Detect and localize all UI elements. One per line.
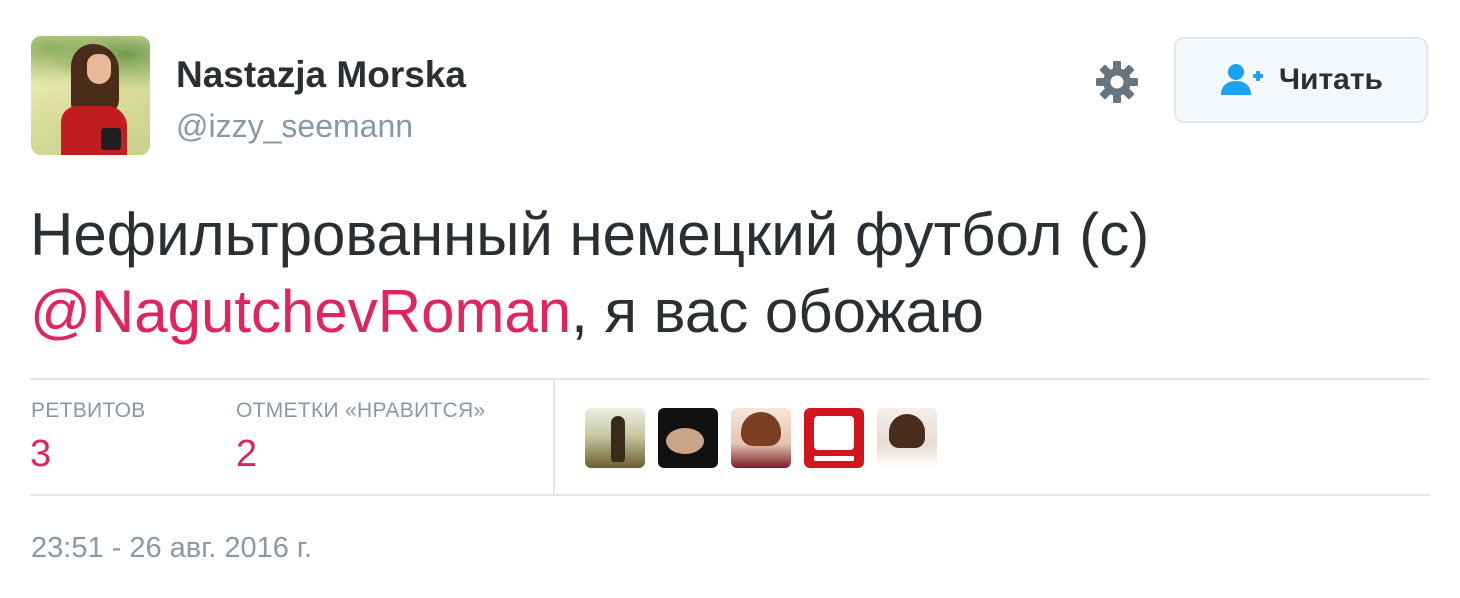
avatar-face: [87, 54, 111, 84]
mention-link[interactable]: @NagutchevRoman: [30, 278, 571, 345]
user-display-name[interactable]: Nastazja Morska: [176, 54, 466, 96]
likers-avatars: [585, 408, 937, 468]
gear-icon[interactable]: [1093, 58, 1141, 106]
tweet-card: Nastazja Morska @izzy_seemann Читать Неф…: [0, 0, 1460, 598]
add-person-icon: [1220, 64, 1263, 95]
liker-avatar[interactable]: [585, 408, 645, 468]
avatar-shirt-stripe: [101, 128, 121, 150]
tweet-text-rest: , я вас обожаю: [571, 278, 984, 345]
tweet-text-line1: Нефильтрованный немецкий футбол (с): [30, 201, 1150, 268]
user-handle[interactable]: @izzy_seemann: [176, 108, 413, 145]
retweets-count[interactable]: 3: [30, 433, 51, 476]
follow-button-label: Читать: [1278, 63, 1384, 96]
retweets-label[interactable]: РЕТВИТОВ: [31, 399, 146, 423]
liker-avatar[interactable]: [658, 408, 718, 468]
tweet-timestamp[interactable]: 23:51 - 26 авг. 2016 г.: [31, 532, 312, 565]
liker-avatar[interactable]: [877, 408, 937, 468]
likes-label[interactable]: ОТМЕТКИ «НРАВИТСЯ»: [236, 399, 485, 423]
stats-divider-top: [30, 378, 1430, 380]
stats-separator: [553, 380, 555, 494]
tweet-text: Нефильтрованный немецкий футбол (с) @Nag…: [30, 196, 1430, 350]
liker-avatar[interactable]: [731, 408, 791, 468]
gear-icon-graphic: [1096, 61, 1138, 103]
user-avatar[interactable]: [31, 36, 150, 155]
liker-avatar[interactable]: [804, 408, 864, 468]
follow-button[interactable]: Читать: [1174, 37, 1428, 123]
stats-divider-bottom: [30, 494, 1430, 496]
likes-count[interactable]: 2: [236, 433, 257, 476]
